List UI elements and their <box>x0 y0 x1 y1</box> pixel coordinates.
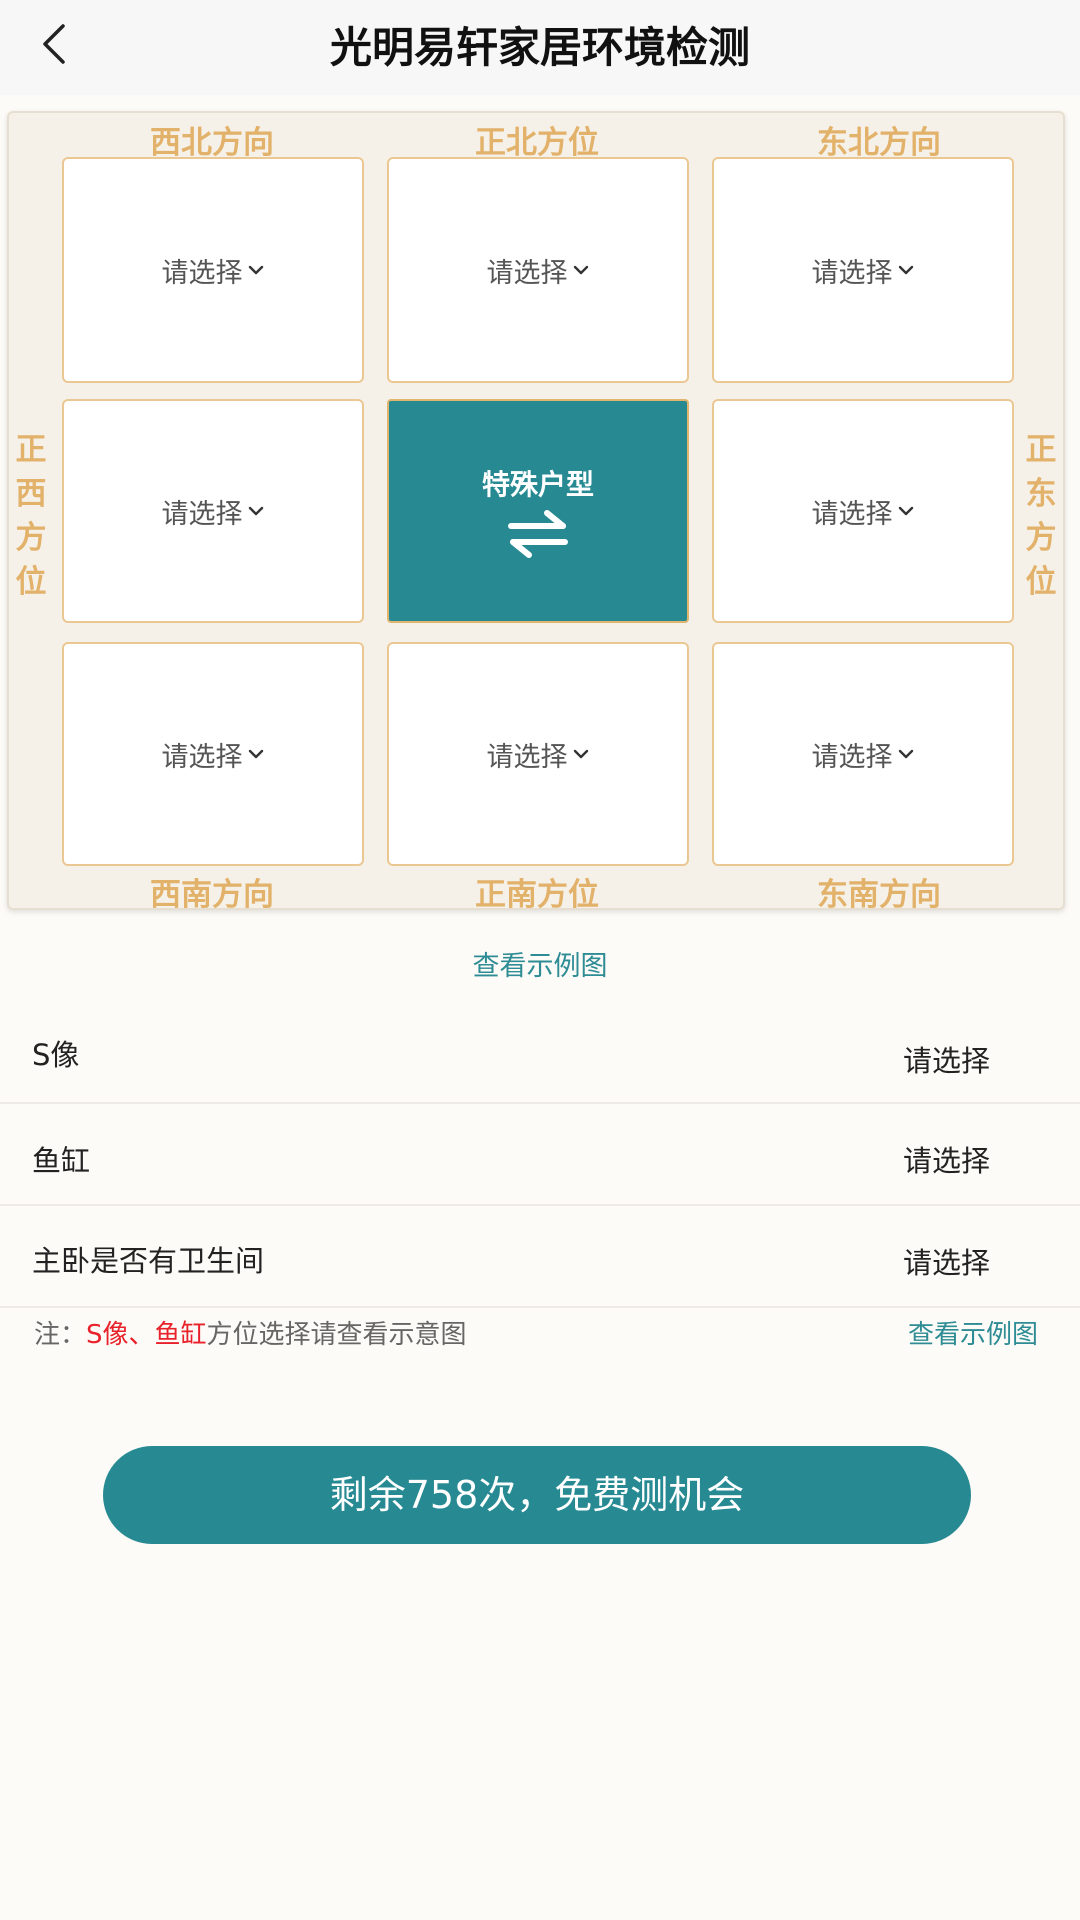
cell-select-e-text: 请选择 <box>811 498 893 530</box>
note-prefix: 注： <box>34 1320 87 1350</box>
back-button[interactable] <box>24 14 84 74</box>
chevron-down-icon <box>898 265 913 275</box>
note-text: 注：S像、鱼缸方位选择请查看示意图 <box>34 1314 467 1351</box>
cell-select-nw-content: 请选择 <box>162 251 265 290</box>
cell-select-s[interactable]: 请选择 <box>387 642 689 866</box>
chevron-down-icon <box>248 506 263 516</box>
special-layout-label: 特殊户型 <box>481 468 594 501</box>
cell-select-n-text: 请选择 <box>486 257 568 289</box>
cell-select-nw[interactable]: 请选择 <box>62 157 364 383</box>
direction-label-w: 正西方位 <box>15 432 47 600</box>
row-fish-tank-value: 请选择 <box>902 1144 990 1178</box>
cell-select-se[interactable]: 请选择 <box>712 642 1014 866</box>
cell-select-ne-text: 请选择 <box>811 257 893 289</box>
cell-select-s-content: 请选择 <box>487 735 590 774</box>
cell-select-w-text: 请选择 <box>161 498 243 530</box>
row-fish-tank[interactable]: 鱼缸 请选择 <box>0 1104 1080 1206</box>
row-master-bathroom[interactable]: 主卧是否有卫生间 请选择 <box>0 1206 1080 1308</box>
cell-select-sw[interactable]: 请选择 <box>62 642 364 866</box>
cell-select-e-content: 请选择 <box>812 492 915 531</box>
page-title: 光明易轩家居环境检测 <box>329 23 750 72</box>
row-master-bathroom-value: 请选择 <box>902 1246 990 1280</box>
row-s-image-value: 请选择 <box>902 1044 990 1078</box>
view-example-link[interactable]: 查看示例图 <box>0 944 1080 983</box>
row-fish-tank-label: 鱼缸 <box>32 1144 91 1178</box>
cell-select-ne[interactable]: 请选择 <box>712 157 1014 383</box>
free-test-button[interactable]: 剩余758次，免费测机会 <box>103 1446 971 1544</box>
cell-select-ne-content: 请选择 <box>812 251 915 290</box>
direction-label-ne: 东北方向 <box>817 125 941 161</box>
cell-select-w-content: 请选择 <box>162 492 265 531</box>
special-layout-toggle[interactable]: 特殊户型 <box>387 399 689 623</box>
row-s-image-label: S像 <box>32 1038 80 1072</box>
note-suffix: 方位选择请查看示意图 <box>206 1320 467 1350</box>
compass-grid: 西北方向 正北方位 东北方向 正西方位 正东方位 西南方向 正南方位 东南方向 … <box>7 111 1065 913</box>
direction-label-e: 正东方位 <box>1025 432 1057 600</box>
cell-select-n[interactable]: 请选择 <box>387 157 689 383</box>
chevron-left-icon <box>43 24 65 64</box>
chevron-down-icon <box>898 506 913 516</box>
direction-label-nw: 西北方向 <box>150 125 274 161</box>
row-master-bathroom-label: 主卧是否有卫生间 <box>32 1244 265 1278</box>
note-view-example-link[interactable]: 查看示例图 <box>908 1314 1038 1351</box>
cell-select-e[interactable]: 请选择 <box>712 399 1014 623</box>
direction-label-sw: 西南方向 <box>150 877 274 913</box>
cell-select-nw-text: 请选择 <box>161 257 243 289</box>
chevron-down-icon <box>898 749 913 759</box>
direction-label-s: 正南方位 <box>475 877 599 913</box>
chevron-down-icon <box>573 749 588 759</box>
page: 光明易轩家居环境检测 西北方向 正北方位 东北方向 正西方位 正东方位 西南方向… <box>0 0 1080 1920</box>
cell-select-sw-text: 请选择 <box>161 741 243 773</box>
row-s-image[interactable]: S像 请选择 <box>0 1004 1080 1104</box>
cell-select-se-text: 请选择 <box>811 741 893 773</box>
cell-select-n-content: 请选择 <box>487 251 590 290</box>
chevron-down-icon <box>248 749 263 759</box>
direction-label-n: 正北方位 <box>475 125 599 161</box>
chevron-down-icon <box>573 265 588 275</box>
cell-select-sw-content: 请选择 <box>162 735 265 774</box>
cell-select-w[interactable]: 请选择 <box>62 399 364 623</box>
chevron-down-icon <box>248 265 263 275</box>
header-bar: 光明易轩家居环境检测 <box>0 0 1080 95</box>
cell-select-se-content: 请选择 <box>812 735 915 774</box>
direction-label-se: 东南方向 <box>817 877 941 913</box>
cell-select-s-text: 请选择 <box>486 741 568 773</box>
swap-arrows-icon <box>508 510 568 558</box>
note-highlight: S像、鱼缸 <box>86 1320 207 1350</box>
